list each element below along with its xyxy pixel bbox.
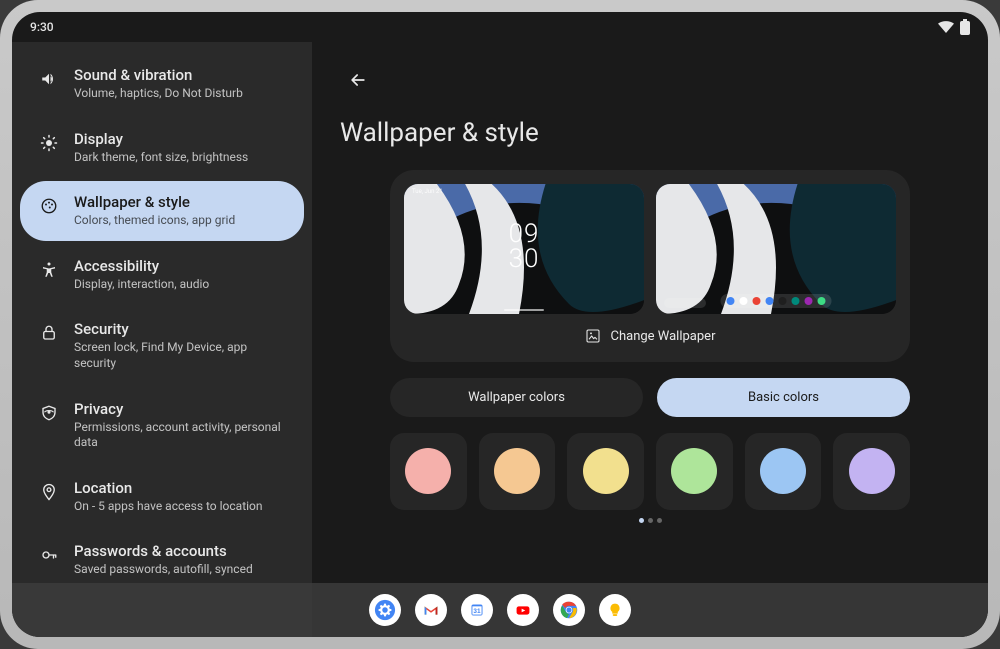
sidebar-item-label: Accessibility bbox=[74, 257, 209, 275]
color-swatch-orange[interactable] bbox=[479, 433, 556, 510]
sidebar-item-label: Security bbox=[74, 320, 286, 338]
svg-text:31: 31 bbox=[473, 608, 481, 615]
swatch-circle bbox=[405, 448, 451, 494]
sidebar-item-label: Passwords & accounts bbox=[74, 542, 253, 560]
preview-homescreen[interactable] bbox=[656, 184, 896, 314]
sidebar-item-sub: Saved passwords, autofill, synced bbox=[74, 562, 253, 578]
page-title: Wallpaper & style bbox=[340, 118, 960, 148]
taskbar-app-youtube[interactable] bbox=[507, 594, 539, 626]
preview-lockscreen[interactable]: Tue, Jun 21 09 30 bbox=[404, 184, 644, 314]
sidebar-item-location[interactable]: Location On - 5 apps have access to locat… bbox=[20, 467, 304, 527]
wallpaper-icon bbox=[38, 195, 60, 217]
status-bar: 9:30 bbox=[12, 12, 988, 42]
sidebar-item-security[interactable]: Security Screen lock, Find My Device, app… bbox=[20, 308, 304, 383]
sidebar-item-passwords[interactable]: Passwords & accounts Saved passwords, aut… bbox=[20, 530, 304, 590]
taskbar-app-chrome[interactable] bbox=[553, 594, 585, 626]
sidebar-item-sub: Screen lock, Find My Device, app securit… bbox=[74, 340, 286, 371]
dock-app-icon bbox=[792, 297, 800, 305]
dock-app-icon bbox=[727, 297, 735, 305]
basic-colors-row bbox=[390, 433, 910, 510]
sidebar-item-privacy[interactable]: Privacy Permissions, account activity, pe… bbox=[20, 388, 304, 463]
sidebar-item-wallpaper[interactable]: Wallpaper & style Colors, themed icons, a… bbox=[20, 181, 304, 241]
color-swatch-purple[interactable] bbox=[833, 433, 910, 510]
security-icon bbox=[38, 322, 60, 344]
taskbar: 31 bbox=[12, 583, 988, 637]
sidebar-item-sub: Permissions, account activity, personal … bbox=[74, 420, 286, 451]
swatch-circle bbox=[760, 448, 806, 494]
settings-sidebar: Sound & vibration Volume, haptics, Do Not… bbox=[12, 42, 312, 637]
taskbar-app-calendar[interactable]: 31 bbox=[461, 594, 493, 626]
display-icon bbox=[38, 132, 60, 154]
pager-dots bbox=[390, 518, 910, 523]
dock-app-icon bbox=[766, 297, 774, 305]
sidebar-item-label: Privacy bbox=[74, 400, 286, 418]
dock-app-icon bbox=[753, 297, 761, 305]
sidebar-item-sub: On - 5 apps have access to location bbox=[74, 499, 263, 515]
a11y-icon bbox=[38, 259, 60, 281]
sidebar-item-label: Sound & vibration bbox=[74, 66, 243, 84]
change-wallpaper-label: Change Wallpaper bbox=[611, 329, 716, 344]
sidebar-item-label: Location bbox=[74, 479, 263, 497]
color-swatch-yellow[interactable] bbox=[567, 433, 644, 510]
pager-dot[interactable] bbox=[648, 518, 653, 523]
swatch-circle bbox=[494, 448, 540, 494]
back-button[interactable] bbox=[340, 62, 376, 98]
pager-dot[interactable] bbox=[657, 518, 662, 523]
preview-clock: 09 30 bbox=[509, 222, 540, 271]
sidebar-item-display[interactable]: Display Dark theme, font size, brightness bbox=[20, 118, 304, 178]
main-pane: Wallpaper & style bbox=[312, 42, 988, 637]
preview-date: Tue, Jun 21 bbox=[412, 188, 443, 195]
status-time: 9:30 bbox=[30, 20, 54, 34]
privacy-icon bbox=[38, 402, 60, 424]
home-handle bbox=[504, 309, 544, 311]
taskbar-app-keep[interactable] bbox=[599, 594, 631, 626]
tab-wallpaper-colors[interactable]: Wallpaper colors bbox=[390, 378, 643, 417]
preview-search-pill bbox=[664, 298, 706, 308]
wallpaper-preview-card: Tue, Jun 21 09 30 bbox=[390, 170, 910, 362]
sidebar-item-sub: Volume, haptics, Do Not Disturb bbox=[74, 86, 243, 102]
swatch-circle bbox=[849, 448, 895, 494]
dock-app-icon bbox=[818, 297, 826, 305]
sidebar-item-label: Display bbox=[74, 130, 248, 148]
swatch-circle bbox=[583, 448, 629, 494]
dock-app-icon bbox=[779, 297, 787, 305]
dock-app-icon bbox=[740, 297, 748, 305]
passwords-icon bbox=[38, 544, 60, 566]
color-source-tabs: Wallpaper colors Basic colors bbox=[390, 378, 910, 417]
sound-icon bbox=[38, 68, 60, 90]
sidebar-item-sub: Dark theme, font size, brightness bbox=[74, 150, 248, 166]
color-swatch-pink[interactable] bbox=[390, 433, 467, 510]
tab-basic-colors[interactable]: Basic colors bbox=[657, 378, 910, 417]
taskbar-app-settings[interactable] bbox=[369, 594, 401, 626]
battery-icon bbox=[960, 19, 970, 35]
sidebar-item-sound[interactable]: Sound & vibration Volume, haptics, Do Not… bbox=[20, 54, 304, 114]
taskbar-app-gmail[interactable] bbox=[415, 594, 447, 626]
sidebar-item-label: Wallpaper & style bbox=[74, 193, 235, 211]
color-swatch-blue[interactable] bbox=[745, 433, 822, 510]
dock-app-icon bbox=[805, 297, 813, 305]
sidebar-item-sub: Display, interaction, audio bbox=[74, 277, 209, 293]
change-wallpaper-button[interactable]: Change Wallpaper bbox=[404, 314, 896, 348]
location-icon bbox=[38, 481, 60, 503]
wifi-icon bbox=[938, 21, 954, 33]
screen: 9:30 Sound & vibration Volume, haptics, D… bbox=[12, 12, 988, 637]
change-wallpaper-icon bbox=[585, 328, 601, 344]
swatch-circle bbox=[671, 448, 717, 494]
color-swatch-green[interactable] bbox=[656, 433, 733, 510]
tablet-frame: 9:30 Sound & vibration Volume, haptics, D… bbox=[0, 0, 1000, 649]
pager-dot[interactable] bbox=[639, 518, 644, 523]
sidebar-item-a11y[interactable]: Accessibility Display, interaction, audio bbox=[20, 245, 304, 305]
sidebar-item-sub: Colors, themed icons, app grid bbox=[74, 213, 235, 229]
preview-dock bbox=[721, 294, 832, 308]
